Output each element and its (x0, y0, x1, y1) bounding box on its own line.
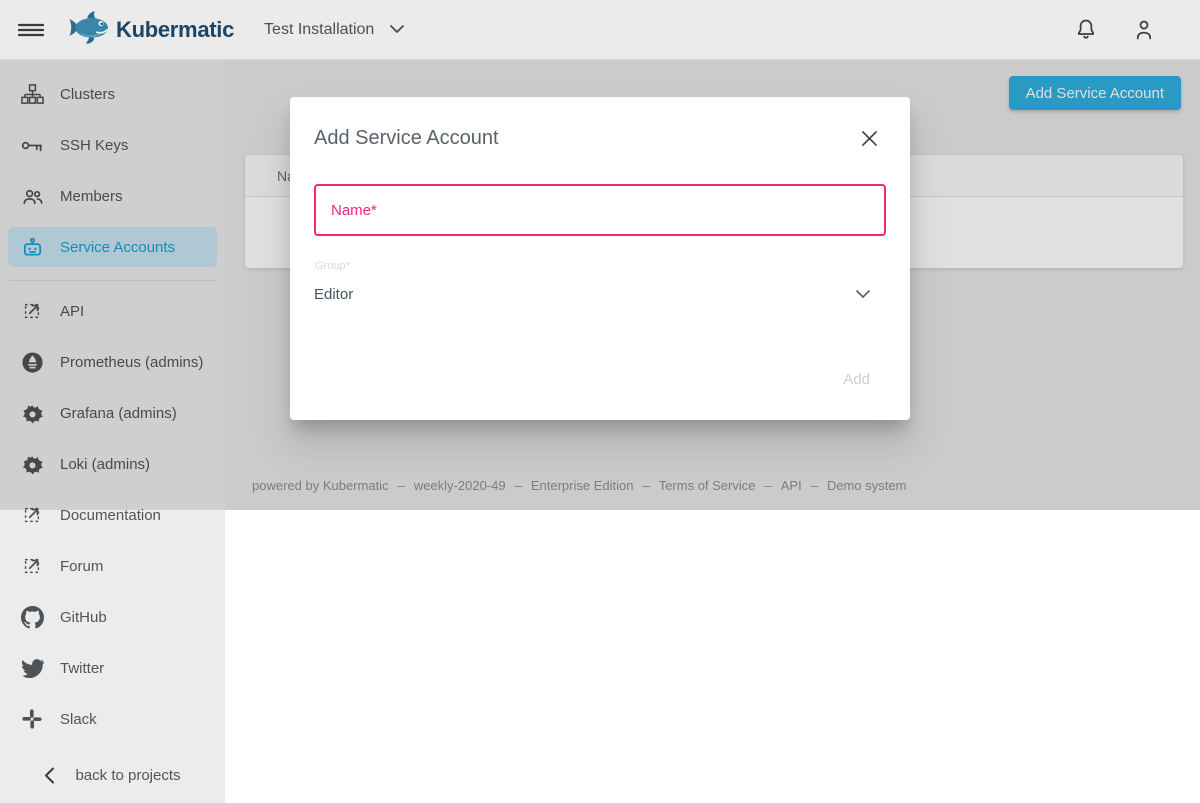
sidebar-item-twitter[interactable]: Twitter (8, 648, 217, 688)
menu-hamburger-icon[interactable] (18, 18, 44, 42)
sidebar-item-label: GitHub (60, 609, 107, 626)
kubermatic-logo[interactable]: Kubermatic (66, 9, 234, 50)
sidebar-item-label: Twitter (60, 660, 104, 677)
sidebar-item-slack[interactable]: Slack (8, 699, 217, 739)
dialog-title: Add Service Account (314, 127, 499, 150)
github-icon (20, 605, 44, 629)
chevron-down-icon (856, 290, 870, 299)
sidebar-item-github[interactable]: GitHub (8, 597, 217, 637)
dialog-add-button[interactable]: Add (837, 367, 876, 392)
user-account-icon[interactable] (1132, 17, 1156, 43)
shark-icon (66, 9, 112, 50)
chevron-left-icon (44, 767, 55, 784)
top-header: Kubermatic Test Installation (0, 0, 1200, 60)
notifications-bell-icon[interactable] (1074, 17, 1098, 43)
external-link-icon (20, 554, 44, 578)
brand-name: Kubermatic (116, 17, 234, 43)
sidebar-item-label: Slack (60, 711, 97, 728)
group-select[interactable]: Group* Editor (314, 260, 886, 303)
chevron-down-icon (390, 25, 404, 34)
back-to-projects-button[interactable]: back to projects (0, 757, 225, 793)
kubermatic-app: Kubermatic Test Installation Clusters (0, 0, 1200, 803)
project-selector-value: Test Installation (264, 21, 374, 39)
project-selector[interactable]: Test Installation (264, 21, 404, 39)
slack-icon (20, 707, 44, 731)
close-icon[interactable] (859, 128, 880, 149)
add-service-account-dialog: Add Service Account Group* Editor Add (290, 97, 910, 420)
back-to-projects-label: back to projects (75, 767, 180, 784)
sidebar-item-forum[interactable]: Forum (8, 546, 217, 586)
group-select-value: Editor (314, 286, 353, 303)
service-account-name-input[interactable] (314, 184, 886, 236)
sidebar-item-label: Forum (60, 558, 103, 575)
twitter-icon (20, 656, 44, 680)
group-select-label: Group* (314, 260, 886, 272)
